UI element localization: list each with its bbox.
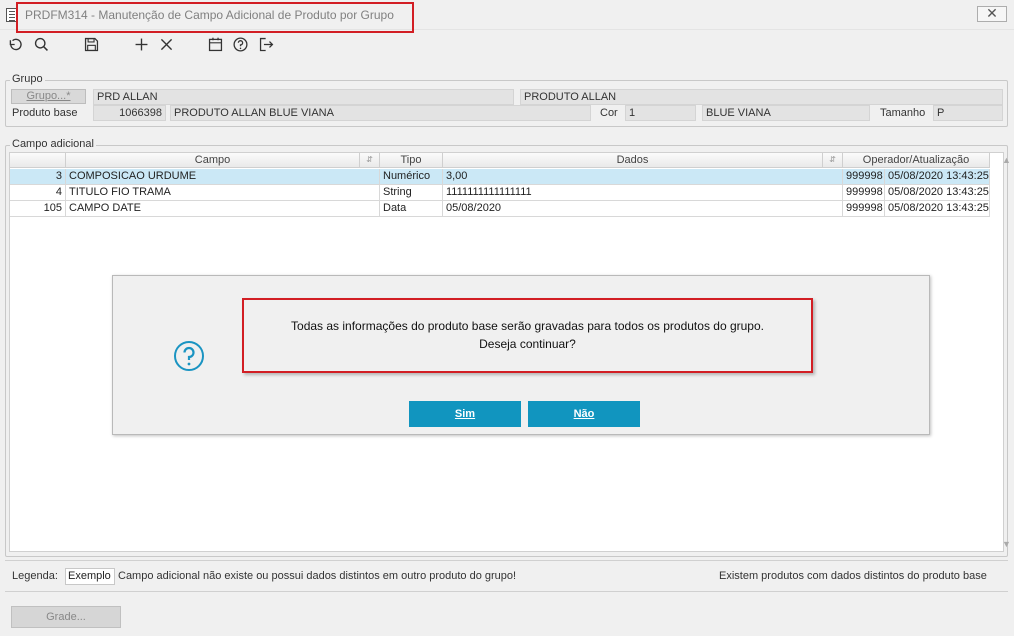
tamanho-field[interactable]: P [933, 105, 1003, 121]
cor-code-field[interactable]: 1 [625, 105, 696, 121]
grupo-desc-field: PRODUTO ALLAN [520, 89, 1003, 105]
close-button[interactable]: ✕ [977, 6, 1007, 22]
campo-adicional-title: Campo adicional [10, 138, 96, 150]
table-row[interactable]: 3 COMPOSICAO URDUME Numérico 3,00 999998… [10, 169, 990, 185]
sort-icon[interactable]: ⇵ [360, 153, 380, 168]
column-header-operador[interactable]: Operador/Atualização [843, 153, 990, 168]
question-icon [173, 340, 205, 372]
grupo-title: Grupo [10, 73, 45, 85]
cor-label: Cor [600, 107, 618, 119]
calendar-icon[interactable] [205, 34, 225, 54]
produto-code-field[interactable]: 1066398 [93, 105, 166, 121]
exit-icon[interactable] [256, 34, 276, 54]
tamanho-label: Tamanho [880, 107, 926, 119]
produto-base-label: Produto base [12, 107, 78, 119]
row-dados[interactable]: 05/08/2020 [443, 201, 843, 217]
row-tipo: String [380, 185, 443, 201]
undo-icon[interactable] [5, 34, 25, 54]
row-num: 105 [10, 201, 66, 217]
legend-label: Legenda: [12, 570, 58, 582]
row-dados[interactable]: 1111111111111111 [443, 185, 843, 201]
table-row[interactable]: 4 TITULO FIO TRAMA String 11111111111111… [10, 185, 990, 201]
row-tipo: Data [380, 201, 443, 217]
row-atualizacao: 05/08/2020 13:43:25 [885, 201, 990, 217]
delete-icon[interactable] [156, 34, 176, 54]
grade-button[interactable]: Grade... [11, 606, 121, 628]
row-num: 3 [10, 169, 66, 185]
row-operador: 999998 [843, 185, 885, 201]
column-header-num [10, 153, 66, 168]
legend-text-left: Campo adicional não existe ou possui dad… [118, 570, 517, 582]
grupo-code-field[interactable]: PRD ALLAN [93, 89, 514, 105]
no-button[interactable]: Não [528, 401, 640, 427]
sort-icon[interactable]: ⇵ [823, 153, 843, 168]
row-num: 4 [10, 185, 66, 201]
dialog-question: Deseja continuar? [479, 337, 576, 351]
row-operador: 999998 [843, 201, 885, 217]
search-icon[interactable] [31, 34, 51, 54]
confirm-dialog: Todas as informações do produto base ser… [112, 275, 930, 435]
row-campo: COMPOSICAO URDUME [66, 169, 380, 185]
produto-desc-field: PRODUTO ALLAN BLUE VIANA [170, 105, 591, 121]
row-tipo: Numérico [380, 169, 443, 185]
row-atualizacao: 05/08/2020 13:43:25 [885, 169, 990, 185]
scroll-up-icon[interactable]: ▲ [1002, 155, 1011, 165]
column-header-tipo[interactable]: Tipo [380, 153, 443, 168]
dialog-message: Todas as informações do produto base ser… [291, 319, 764, 333]
row-campo: TITULO FIO TRAMA [66, 185, 380, 201]
grupo-button[interactable]: Grupo...* [11, 89, 86, 104]
save-icon[interactable] [81, 34, 101, 54]
help-icon[interactable] [230, 34, 250, 54]
cor-desc-field: BLUE VIANA [702, 105, 870, 121]
column-header-campo[interactable]: Campo [66, 153, 360, 168]
row-operador: 999998 [843, 169, 885, 185]
legend-example: Exemplo [65, 568, 115, 585]
row-campo: CAMPO DATE [66, 201, 380, 217]
add-icon[interactable] [131, 34, 151, 54]
legend-text-right: Existem produtos com dados distintos do … [719, 570, 987, 582]
column-header-dados[interactable]: Dados [443, 153, 823, 168]
row-atualizacao: 05/08/2020 13:43:25 [885, 185, 990, 201]
table-row[interactable]: 105 CAMPO DATE Data 05/08/2020 999998 05… [10, 201, 990, 217]
scroll-down-icon[interactable]: ▼ [1002, 539, 1011, 549]
message-highlight-box [242, 298, 813, 373]
yes-button[interactable]: Sim [409, 401, 521, 427]
title-highlight-box [16, 2, 414, 33]
row-dados[interactable]: 3,00 [443, 169, 843, 185]
